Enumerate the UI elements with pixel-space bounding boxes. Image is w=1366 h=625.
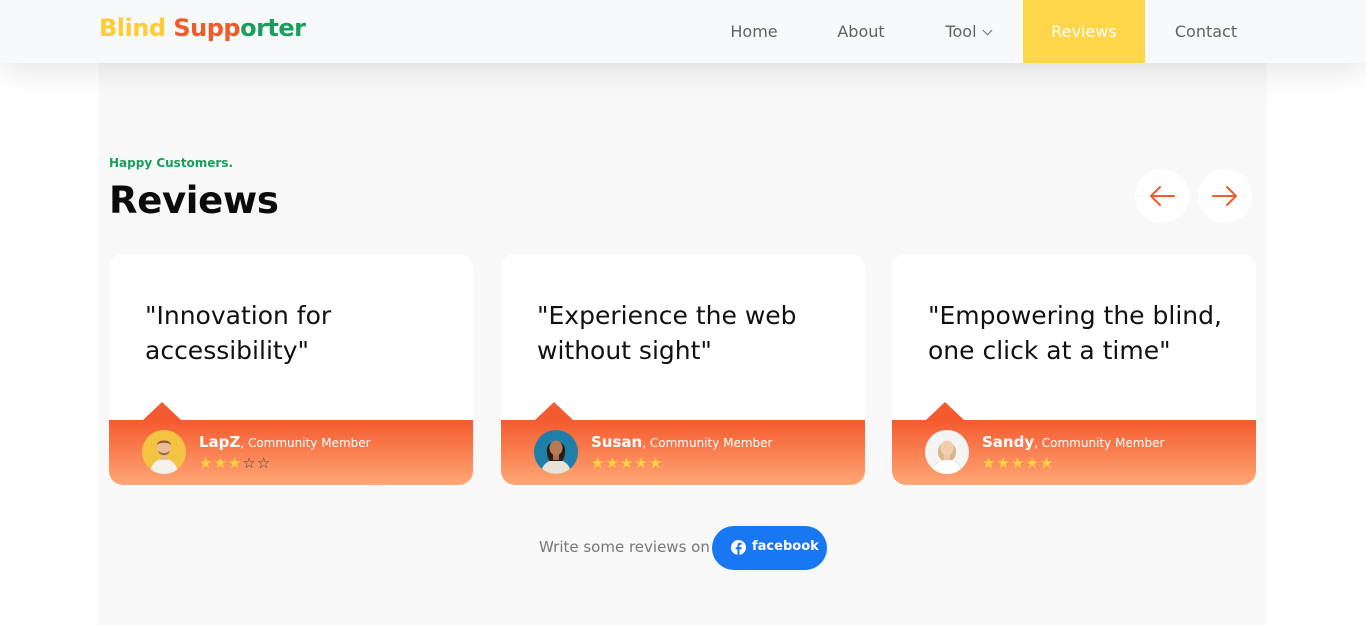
- navbar: Blind Supporter Home About Tool Reviews …: [0, 0, 1366, 63]
- star-filled-icon: ★: [227, 454, 243, 472]
- star-empty-icon: ☆: [242, 454, 257, 472]
- brand-word-blind: Blind: [99, 14, 166, 42]
- reviewer-name-text: Susan: [591, 433, 643, 451]
- review-card: "Experience the web without sight" Susan…: [501, 254, 865, 485]
- brand-logo[interactable]: Blind Supporter: [99, 14, 306, 42]
- avatar: [925, 430, 969, 474]
- reviews-section: Happy Customers. Reviews "Innovation for…: [99, 63, 1267, 625]
- star-rating: ★★★☆☆: [199, 454, 271, 472]
- section-title: Reviews: [109, 179, 279, 222]
- avatar: [142, 430, 186, 474]
- nav-tool-label: Tool: [945, 22, 977, 41]
- review-quote: "Experience the web without sight": [537, 301, 797, 365]
- star-filled-icon: ★: [648, 454, 664, 472]
- brand-word-orter: orter: [240, 14, 306, 42]
- star-filled-icon: ★: [982, 454, 997, 472]
- cta-text: Write some reviews on: [539, 538, 710, 556]
- star-filled-icon: ★: [213, 454, 228, 472]
- review-footer: Susan, Community Member ★★★★★: [501, 402, 865, 485]
- reviewer-name: Sandy, Community Member: [982, 433, 1165, 451]
- review-card: "Empowering the blind, one click at a ti…: [892, 254, 1256, 485]
- arrow-right-icon: [1212, 186, 1237, 206]
- star-filled-icon: ★: [199, 454, 214, 472]
- star-rating: ★★★★★: [591, 454, 663, 472]
- nav-reviews[interactable]: Reviews: [1023, 0, 1145, 63]
- review-footer: Sandy, Community Member ★★★★★: [892, 402, 1256, 485]
- reviewer-name-text: LapZ: [199, 433, 241, 451]
- star-empty-icon: ☆: [256, 454, 272, 472]
- reviewer-name: LapZ, Community Member: [199, 433, 371, 451]
- speech-notch: [926, 402, 964, 420]
- facebook-button-label: facebook: [752, 539, 819, 554]
- nav-about[interactable]: About: [815, 0, 907, 63]
- review-card: "Innovation for accessibility" LapZ, Com…: [109, 254, 473, 485]
- star-filled-icon: ★: [1025, 454, 1040, 472]
- star-filled-icon: ★: [591, 454, 606, 472]
- review-quote: "Empowering the blind, one click at a ti…: [928, 301, 1222, 365]
- brand-word-supp: Supp: [173, 14, 241, 42]
- nav-tool-dropdown[interactable]: Tool: [923, 0, 1013, 63]
- star-filled-icon: ★: [634, 454, 649, 472]
- prev-button[interactable]: [1135, 169, 1189, 223]
- reviewer-role: Community Member: [649, 436, 773, 450]
- nav-home[interactable]: Home: [709, 0, 799, 63]
- reviewer-role: Community Member: [247, 436, 371, 450]
- reviewer-name-text: Sandy: [982, 433, 1035, 451]
- star-filled-icon: ★: [996, 454, 1011, 472]
- star-filled-icon: ★: [605, 454, 620, 472]
- nav-contact[interactable]: Contact: [1162, 0, 1250, 63]
- arrow-left-icon: [1150, 186, 1175, 206]
- review-quote: "Innovation for accessibility": [145, 301, 332, 365]
- star-filled-icon: ★: [619, 454, 635, 472]
- reviewer-role: Community Member: [1041, 436, 1165, 450]
- facebook-icon: [731, 540, 746, 555]
- speech-notch: [535, 402, 573, 420]
- star-filled-icon: ★: [1039, 454, 1055, 472]
- next-button[interactable]: [1198, 169, 1252, 223]
- chevron-down-icon: [982, 25, 992, 36]
- star-filled-icon: ★: [1010, 454, 1026, 472]
- facebook-button[interactable]: facebook: [712, 526, 827, 570]
- avatar: [534, 430, 578, 474]
- section-eyebrow: Happy Customers.: [109, 156, 234, 170]
- speech-notch: [143, 402, 181, 420]
- review-footer: LapZ, Community Member ★★★☆☆: [109, 402, 473, 485]
- reviewer-name: Susan, Community Member: [591, 433, 773, 451]
- star-rating: ★★★★★: [982, 454, 1054, 472]
